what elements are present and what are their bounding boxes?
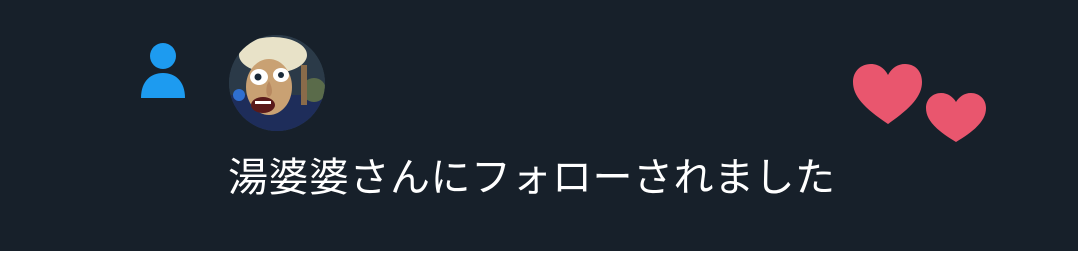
avatar[interactable] — [229, 35, 325, 131]
notification-message: 湯婆婆さんにフォローされました — [228, 155, 836, 201]
follow-notification[interactable]: 湯婆婆さんにフォローされました — [0, 0, 1078, 253]
hearts-icon — [848, 60, 993, 150]
person-icon — [138, 40, 188, 100]
